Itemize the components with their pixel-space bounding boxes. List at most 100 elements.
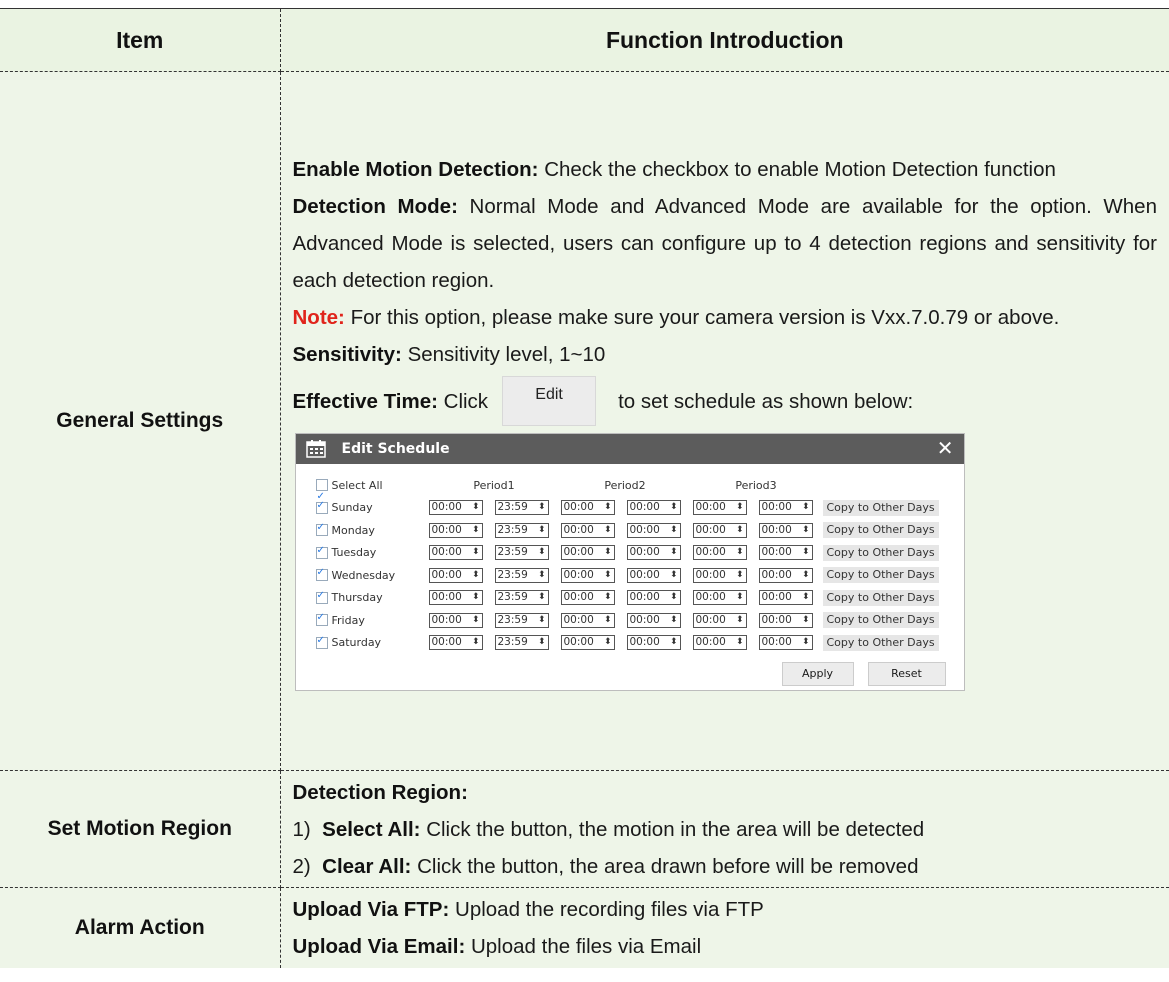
time-select[interactable]: 00:00 ⬍ <box>758 590 813 605</box>
day-checkbox[interactable] <box>315 636 328 649</box>
spinner-icon: ⬍ <box>801 614 810 625</box>
day-checkbox[interactable] <box>315 568 328 581</box>
reset-button[interactable]: Reset <box>867 661 946 686</box>
time-select[interactable]: 00:00 ⬍ <box>626 635 681 650</box>
time-select[interactable]: 00:00 ⬍ <box>758 612 813 628</box>
schedule-row: Thursday 00:00⬍ 23:59⬍ 00:00⬍ 00:00⬍ 00:00⬍ 00… <box>315 586 964 609</box>
time-select[interactable]: 00:00 ⬍ <box>560 567 615 583</box>
spinner-icon: ⬍ <box>471 569 480 580</box>
day-checkbox[interactable] <box>315 501 328 514</box>
time-select[interactable]: 00:00 ⬍ <box>758 522 813 538</box>
time-select[interactable]: 00:00 ⬍ <box>758 545 813 560</box>
time-select[interactable]: 23:59 ⬍ <box>494 635 549 650</box>
day-label: Sunday <box>331 501 373 514</box>
time-select[interactable]: 00:00 ⬍ <box>692 635 747 650</box>
day-checkbox[interactable] <box>315 591 328 604</box>
close-icon[interactable]: ✕ <box>937 438 954 458</box>
time-select[interactable]: 00:00 ⬍ <box>428 500 483 515</box>
table-row-set-motion-region: Set Motion Region Detection Region: 1) S… <box>0 770 1169 888</box>
spinner-icon: ⬍ <box>735 569 744 580</box>
time-select[interactable]: 00:00 ⬍ <box>758 500 813 515</box>
time-select[interactable]: 00:00 ⬍ <box>692 500 747 515</box>
apply-button[interactable]: Apply <box>781 661 854 686</box>
list-item: 2) Clear All: Click the button, the area… <box>292 854 919 878</box>
select-all-checkbox[interactable] <box>315 478 328 515</box>
time-select[interactable]: 00:00 ⬍ <box>758 635 813 650</box>
spinner-icon: ⬍ <box>471 592 480 602</box>
day-label: Wednesday <box>331 568 396 582</box>
time-select[interactable]: 00:00 ⬍ <box>626 612 681 628</box>
time-select[interactable]: 00:00 ⬍ <box>560 590 615 605</box>
day-label: Thursday <box>331 591 383 604</box>
copy-to-other-days-button[interactable]: Copy to Other Days <box>822 499 939 516</box>
time-select[interactable]: 00:00 ⬍ <box>626 590 681 605</box>
time-select[interactable]: 00:00 ⬍ <box>560 545 615 560</box>
spinner-icon: ⬍ <box>801 547 810 557</box>
time-select[interactable]: 00:00 ⬍ <box>626 545 681 560</box>
time-select[interactable]: 00:00 ⬍ <box>428 590 483 605</box>
time-select[interactable]: 00:00 ⬍ <box>626 567 681 583</box>
time-select[interactable]: 00:00 ⬍ <box>428 612 483 628</box>
schedule-grid: Select All Period1 Period2 Period3 Sunda… <box>296 464 964 654</box>
schedule-row: Wednesday 00:00⬍ 23:59⬍ 00:00⬍ 00:00⬍ 00:00⬍ 0… <box>315 564 964 587</box>
item-cell: Alarm Action <box>0 887 281 968</box>
spinner-icon: ⬍ <box>801 569 810 580</box>
entry-effective-time: Effective Time: Click Edit to set schedu… <box>293 373 1158 429</box>
time-select[interactable]: 00:00 ⬍ <box>692 590 747 605</box>
day-checkbox[interactable] <box>315 523 328 536</box>
time-select[interactable]: 00:00 ⬍ <box>428 567 483 583</box>
calendar-icon <box>305 440 326 458</box>
time-select[interactable]: 23:59 ⬍ <box>494 612 549 628</box>
copy-to-other-days-button[interactable]: Copy to Other Days <box>822 634 939 651</box>
edit-button[interactable]: Edit <box>502 376 597 427</box>
period-label: Period1 <box>473 478 515 492</box>
time-select[interactable]: 00:00 ⬍ <box>692 567 747 583</box>
time-select[interactable]: 00:00 ⬍ <box>428 522 483 538</box>
time-select[interactable]: 00:00 ⬍ <box>626 500 681 515</box>
copy-to-other-days-button[interactable]: Copy to Other Days <box>822 589 939 606</box>
copy-to-other-days-button[interactable]: Copy to Other Days <box>822 522 939 538</box>
spinner-icon: ⬍ <box>537 592 546 602</box>
dialog-footer: Apply Reset <box>296 654 964 690</box>
schedule-row: Saturday 00:00⬍ 23:59⬍ 00:00⬍ 00:00⬍ 00:00⬍ 00… <box>315 631 964 654</box>
time-select[interactable]: 00:00 ⬍ <box>560 522 615 538</box>
time-select[interactable]: 00:00 ⬍ <box>560 635 615 650</box>
copy-to-other-days-button[interactable]: Copy to Other Days <box>822 567 939 583</box>
schedule-row: Tuesday 00:00⬍ 23:59⬍ 00:00⬍ 00:00⬍ 00:00⬍ 00:… <box>315 541 964 564</box>
time-select[interactable]: 00:00 ⬍ <box>692 612 747 628</box>
copy-to-other-days-button[interactable]: Copy to Other Days <box>822 544 939 561</box>
day-checkbox[interactable] <box>315 613 328 626</box>
select-all-label: Select All <box>331 478 383 492</box>
entry-sensitivity: Sensitivity: Sensitivity level, 1~10 <box>292 343 606 367</box>
spinner-icon: ⬍ <box>801 592 810 602</box>
spinner-icon: ⬍ <box>735 524 744 535</box>
time-select[interactable]: 00:00 ⬍ <box>428 545 483 560</box>
copy-to-other-days-button[interactable]: Copy to Other Days <box>822 612 939 628</box>
time-select[interactable]: 23:59 ⬍ <box>494 545 549 560</box>
spinner-icon: ⬍ <box>801 637 810 647</box>
time-select[interactable]: 23:59 ⬍ <box>494 567 549 583</box>
time-select[interactable]: 00:00 ⬍ <box>560 612 615 628</box>
day-label: Saturday <box>331 636 382 649</box>
schedule-row: Monday 00:00⬍ 23:59⬍ 00:00⬍ 00:00⬍ 00:00⬍ 00:0… <box>315 519 964 542</box>
time-select[interactable]: 00:00 ⬍ <box>692 522 747 538</box>
dialog-title-bar: Edit Schedule ✕ <box>295 434 964 465</box>
time-select[interactable]: 00:00 ⬍ <box>560 500 615 515</box>
time-select[interactable]: 23:59 ⬍ <box>494 590 549 605</box>
spinner-icon: ⬍ <box>603 547 612 557</box>
spinner-icon: ⬍ <box>801 502 810 512</box>
day-checkbox[interactable] <box>315 546 328 559</box>
time-select[interactable]: 00:00 ⬍ <box>692 545 747 560</box>
time-select[interactable]: 23:59 ⬍ <box>494 522 549 538</box>
spinner-icon: ⬍ <box>735 502 744 512</box>
time-select[interactable]: 23:59 ⬍ <box>494 500 549 515</box>
entry-upload-ftp: Upload Via FTP: Upload the recording fil… <box>292 898 764 921</box>
time-select[interactable]: 00:00 ⬍ <box>428 635 483 650</box>
time-select[interactable]: 00:00 ⬍ <box>758 567 813 583</box>
schedule-row: Friday 00:00⬍ 23:59⬍ 00:00⬍ 00:00⬍ 00:00⬍ 00:0… <box>315 609 964 632</box>
period-header-row: Select All Period1 Period2 Period3 <box>315 474 964 515</box>
spinner-icon: ⬍ <box>669 637 678 647</box>
spinner-icon: ⬍ <box>603 614 612 625</box>
spinner-icon: ⬍ <box>603 637 612 647</box>
time-select[interactable]: 00:00 ⬍ <box>626 522 681 538</box>
